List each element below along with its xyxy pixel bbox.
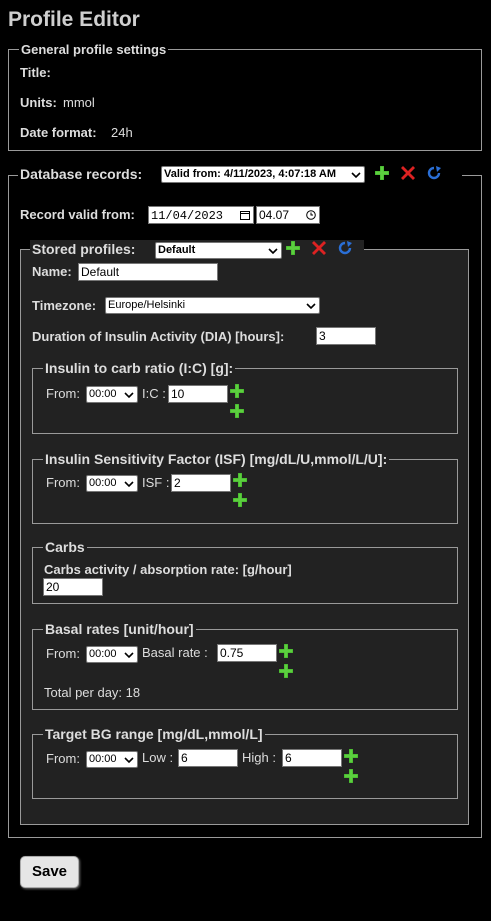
isf-input[interactable]: 2: [171, 474, 231, 492]
name-label: Name:: [32, 264, 72, 279]
ic-legend: Insulin to carb ratio (I:C) [g]:: [43, 360, 236, 376]
date-format-value: 24h: [111, 125, 133, 140]
profile-select-value: Default: [158, 244, 196, 256]
chevron-down-icon: [306, 303, 316, 309]
dia-input[interactable]: 3: [316, 327, 376, 345]
save-button[interactable]: Save: [20, 856, 79, 888]
basal-from-select-value: 00:00: [89, 648, 117, 660]
isf-legend: Insulin Sensitivity Factor (ISF) [mg/dL/…: [43, 451, 390, 467]
basal-from-select[interactable]: 00:00: [86, 646, 138, 663]
target-low-input[interactable]: 6: [178, 749, 238, 767]
clock-icon[interactable]: [306, 210, 316, 220]
plus-icon[interactable]: [344, 769, 358, 783]
isf-from-select[interactable]: 00:00: [86, 475, 138, 492]
target-from-label: From:: [46, 751, 80, 766]
chevron-down-icon: [124, 392, 134, 398]
stored-profiles-legend: Stored profiles: Default: [30, 240, 364, 259]
basal-legend: Basal rates [unit/hour]: [43, 621, 196, 637]
record-select[interactable]: Valid from: 4/11/2023, 4:07:18 AM: [161, 166, 365, 183]
target-from-select[interactable]: 00:00: [86, 751, 138, 768]
plus-icon[interactable]: [279, 644, 293, 658]
general-settings-legend: General profile settings: [19, 42, 169, 58]
target-high-input[interactable]: 6: [282, 749, 342, 767]
cross-icon[interactable]: [401, 166, 415, 180]
isf-from-label: From:: [46, 475, 80, 490]
ic-from-select[interactable]: 00:00: [86, 386, 138, 403]
units-label: Units:: [20, 95, 57, 110]
units-value: mmol: [63, 95, 95, 110]
target-from-select-value: 00:00: [89, 753, 117, 765]
profile-name-input[interactable]: Default: [78, 263, 218, 281]
basal-from-label: From:: [46, 646, 80, 661]
basal-rate-input[interactable]: 0.75: [217, 644, 277, 662]
calendar-icon[interactable]: [240, 210, 250, 220]
target-low-label: Low :: [142, 750, 174, 765]
chevron-down-icon: [268, 248, 278, 254]
database-records-label: Database records:: [20, 166, 143, 182]
plus-icon[interactable]: [286, 241, 300, 255]
basal-total-label: Total per day: 18: [44, 685, 141, 700]
record-time-value: 04.07: [259, 208, 290, 222]
ic-ratio-input[interactable]: 10: [168, 385, 228, 403]
plus-icon[interactable]: [233, 493, 247, 507]
ic-ratio-label: I:C :: [142, 386, 166, 401]
isf-from-select-value: 00:00: [89, 477, 117, 489]
plus-icon[interactable]: [230, 404, 244, 418]
chevron-down-icon: [124, 652, 134, 658]
carbs-rate-input[interactable]: 20: [43, 578, 103, 596]
dia-label: Duration of Insulin Activity (DIA) [hour…: [32, 329, 285, 344]
timezone-label: Timezone:: [32, 298, 97, 313]
isf-label: ISF :: [142, 475, 170, 490]
ic-from-label: From:: [46, 386, 80, 401]
basal-rate-label: Basal rate :: [142, 645, 208, 660]
chevron-down-icon: [351, 172, 361, 178]
database-records-legend: Database records: Valid from: 4/11/2023,…: [18, 165, 462, 185]
plus-icon[interactable]: [279, 664, 293, 678]
record-valid-from-label: Record valid from:: [20, 207, 135, 222]
reload-icon[interactable]: [427, 166, 441, 180]
timezone-select-value: Europe/Helsinki: [108, 299, 186, 311]
profile-select[interactable]: Default: [155, 242, 282, 259]
record-time-input[interactable]: 04.07: [256, 206, 320, 224]
record-select-value: Valid from: 4/11/2023, 4:07:18 AM: [164, 168, 337, 180]
target-high-label: High :: [242, 750, 276, 765]
plus-icon[interactable]: [344, 749, 358, 763]
timezone-select[interactable]: Europe/Helsinki: [105, 297, 320, 314]
target-legend: Target BG range [mg/dL,mmol/L]: [43, 726, 265, 742]
chevron-down-icon: [124, 481, 134, 487]
cross-icon[interactable]: [312, 241, 326, 255]
chevron-down-icon: [124, 757, 134, 763]
plus-icon[interactable]: [230, 384, 244, 398]
page-title: Profile Editor: [8, 8, 140, 31]
record-date-input[interactable]: 11/04/2023: [148, 206, 254, 224]
plus-icon[interactable]: [375, 166, 389, 180]
carbs-rate-label: Carbs activity / absorption rate: [g/hou…: [44, 562, 292, 577]
reload-icon[interactable]: [338, 241, 352, 255]
date-format-label: Date format:: [20, 125, 97, 140]
stored-profiles-label: Stored profiles:: [32, 241, 136, 257]
plus-icon[interactable]: [233, 473, 247, 487]
record-date-value: 11/04/2023: [151, 209, 224, 223]
title-label: Title:: [20, 65, 51, 80]
ic-from-select-value: 00:00: [89, 388, 117, 400]
carbs-legend: Carbs: [43, 539, 87, 555]
